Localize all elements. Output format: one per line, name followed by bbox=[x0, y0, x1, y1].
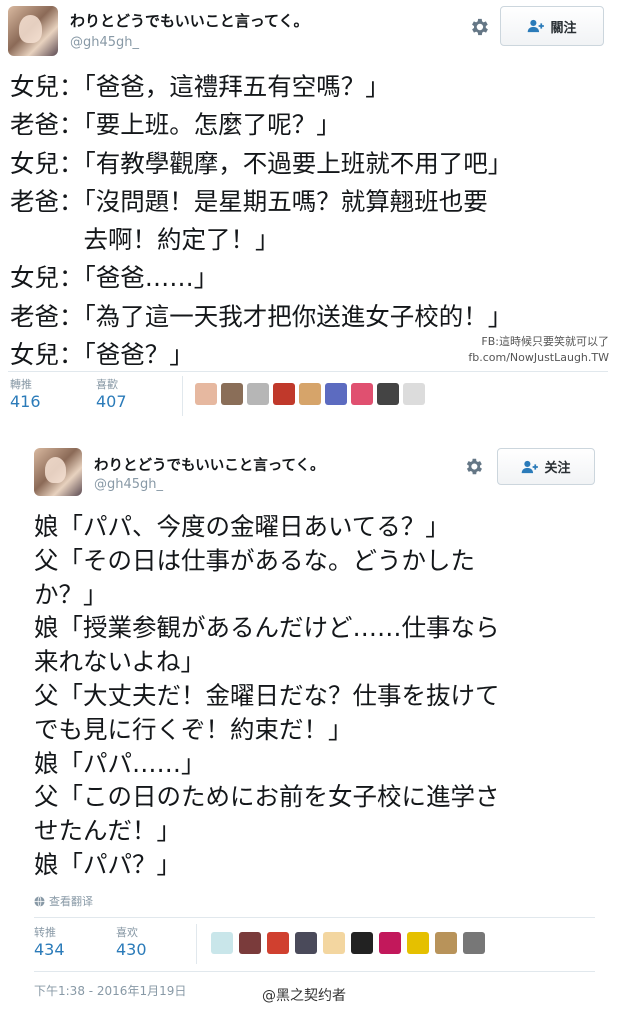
engagement-stats: 轉推 416 喜歡 407 bbox=[10, 376, 425, 416]
tweet-line: 老爸：「沒問題！是星期五嗎？就算翹班也要 bbox=[10, 186, 488, 216]
gear-icon[interactable] bbox=[463, 456, 484, 477]
follow-button[interactable]: 关注 bbox=[497, 448, 595, 485]
avatar[interactable] bbox=[34, 448, 82, 496]
handle[interactable]: @gh45gh_ bbox=[94, 477, 163, 492]
display-name[interactable]: わりとどうでもいいこと言ってく。 bbox=[70, 10, 309, 31]
liker-avatar[interactable] bbox=[267, 932, 289, 954]
tweet-line: 娘「パパ、今度の金曜日あいてる？」 bbox=[34, 512, 450, 541]
page-watermark: FB:這時候只要笑就可以了 fb.com/NowJustLaugh.TW bbox=[468, 334, 609, 366]
tweet-line: 去啊！約定了！」 bbox=[10, 225, 280, 255]
add-user-icon bbox=[528, 19, 545, 33]
divider bbox=[34, 971, 595, 972]
follow-button[interactable]: 關注 bbox=[500, 6, 604, 46]
follow-label: 關注 bbox=[550, 20, 577, 36]
like-count[interactable]: 喜欢 430 bbox=[116, 924, 196, 959]
tweet-card-translated: わりとどうでもいいこと言ってく。 @gh45gh_ 關注 女兒：「爸爸，這禮拜五… bbox=[0, 0, 617, 432]
liker-avatar[interactable] bbox=[351, 932, 373, 954]
tweet-timestamp[interactable]: 下午1:38 - 2016年1月19日 bbox=[34, 982, 186, 999]
liker-avatar[interactable] bbox=[295, 932, 317, 954]
tweet-card-original: わりとどうでもいいこと言ってく。 @gh45gh_ 关注 娘「パパ、今度の金曜日… bbox=[0, 440, 617, 1009]
tweet-line: 女兒：「有教學觀摩，不過要上班就不用了吧」 bbox=[10, 148, 513, 178]
liker-avatar[interactable] bbox=[377, 383, 399, 405]
like-value: 430 bbox=[116, 940, 147, 959]
liker-avatar[interactable] bbox=[299, 383, 321, 405]
liker-avatar[interactable] bbox=[407, 932, 429, 954]
tweet-text: 娘「パパ、今度の金曜日あいてる？」 父「その日は仕事があるな。どうかした か？」… bbox=[34, 510, 500, 882]
tweet-line: でも見に行くぞ！約束だ！」 bbox=[34, 714, 353, 744]
liker-avatar[interactable] bbox=[463, 932, 485, 954]
liker-avatar[interactable] bbox=[221, 383, 243, 405]
avatar[interactable] bbox=[8, 6, 58, 56]
handle[interactable]: @gh45gh_ bbox=[70, 35, 139, 50]
tweet-line: 娘「パパ……」 bbox=[34, 748, 206, 778]
tweet-line: 父「その日は仕事があるな。どうかした bbox=[34, 545, 475, 575]
liker-avatar[interactable] bbox=[195, 383, 217, 405]
liker-avatar[interactable] bbox=[239, 932, 261, 954]
liker-avatars bbox=[211, 932, 485, 954]
tweet-line: 父「この日のためにお前を女子校に進学さ bbox=[34, 782, 500, 812]
liker-avatar[interactable] bbox=[323, 932, 345, 954]
watermark-line: fb.com/NowJustLaugh.TW bbox=[468, 351, 609, 364]
tweet-line: 来れないよね」 bbox=[34, 647, 206, 677]
display-name[interactable]: わりとどうでもいいこと言ってく。 bbox=[94, 454, 325, 475]
retweet-value: 416 bbox=[10, 392, 41, 411]
stats-divider bbox=[196, 924, 197, 964]
stats-divider bbox=[182, 376, 183, 416]
liker-avatar[interactable] bbox=[247, 383, 269, 405]
follow-label: 关注 bbox=[544, 461, 571, 476]
tweet-text: 女兒：「爸爸，這禮拜五有空嗎？」 老爸：「要上班。怎麼了呢？」 女兒：「有教學觀… bbox=[10, 68, 512, 374]
tweet-line: 父「大丈夫だ！金曜日だな？仕事を抜けて bbox=[34, 680, 500, 710]
tweet-line: せたんだ！」 bbox=[34, 816, 181, 846]
divider bbox=[8, 371, 608, 372]
tweet-line: 老爸：「為了這一天我才把你送進女子校的！」 bbox=[10, 301, 513, 331]
liker-avatar[interactable] bbox=[351, 383, 373, 405]
liker-avatar[interactable] bbox=[435, 932, 457, 954]
liker-avatar[interactable] bbox=[325, 383, 347, 405]
like-label: 喜歡 bbox=[96, 378, 118, 391]
translate-link[interactable]: 查看翻译 bbox=[34, 893, 93, 909]
like-label: 喜欢 bbox=[116, 926, 138, 939]
tweet-line: 女兒：「爸爸……」 bbox=[10, 263, 219, 293]
weibo-watermark: @黑之契约者 bbox=[262, 988, 346, 1004]
retweet-count[interactable]: 轉推 416 bbox=[10, 376, 96, 411]
tweet-line: か？」 bbox=[34, 579, 108, 609]
retweet-label: 转推 bbox=[34, 926, 56, 939]
retweet-value: 434 bbox=[34, 940, 65, 959]
engagement-stats: 转推 434 喜欢 430 bbox=[34, 924, 485, 964]
liker-avatar[interactable] bbox=[211, 932, 233, 954]
globe-icon bbox=[34, 895, 45, 907]
translate-label: 查看翻译 bbox=[49, 895, 93, 908]
tweet-line: 女兒：「爸爸，這禮拜五有空嗎？」 bbox=[10, 72, 390, 101]
like-value: 407 bbox=[96, 392, 127, 411]
liker-avatar[interactable] bbox=[403, 383, 425, 405]
tweet-line: 女兒：「爸爸？」 bbox=[10, 340, 194, 370]
retweet-label: 轉推 bbox=[10, 378, 32, 391]
liker-avatar[interactable] bbox=[379, 932, 401, 954]
watermark-line: FB:這時候只要笑就可以了 bbox=[481, 335, 609, 348]
retweet-count[interactable]: 转推 434 bbox=[34, 924, 116, 959]
tweet-line: 娘「パパ？」 bbox=[34, 849, 181, 879]
divider bbox=[34, 917, 595, 918]
tweet-line: 娘「授業参観があるんだけど……仕事なら bbox=[34, 613, 500, 643]
like-count[interactable]: 喜歡 407 bbox=[96, 376, 182, 411]
liker-avatars bbox=[195, 383, 425, 405]
liker-avatar[interactable] bbox=[273, 383, 295, 405]
add-user-icon bbox=[522, 460, 539, 473]
gear-icon[interactable] bbox=[468, 16, 490, 38]
tweet-line: 老爸：「要上班。怎麼了呢？」 bbox=[10, 110, 341, 140]
